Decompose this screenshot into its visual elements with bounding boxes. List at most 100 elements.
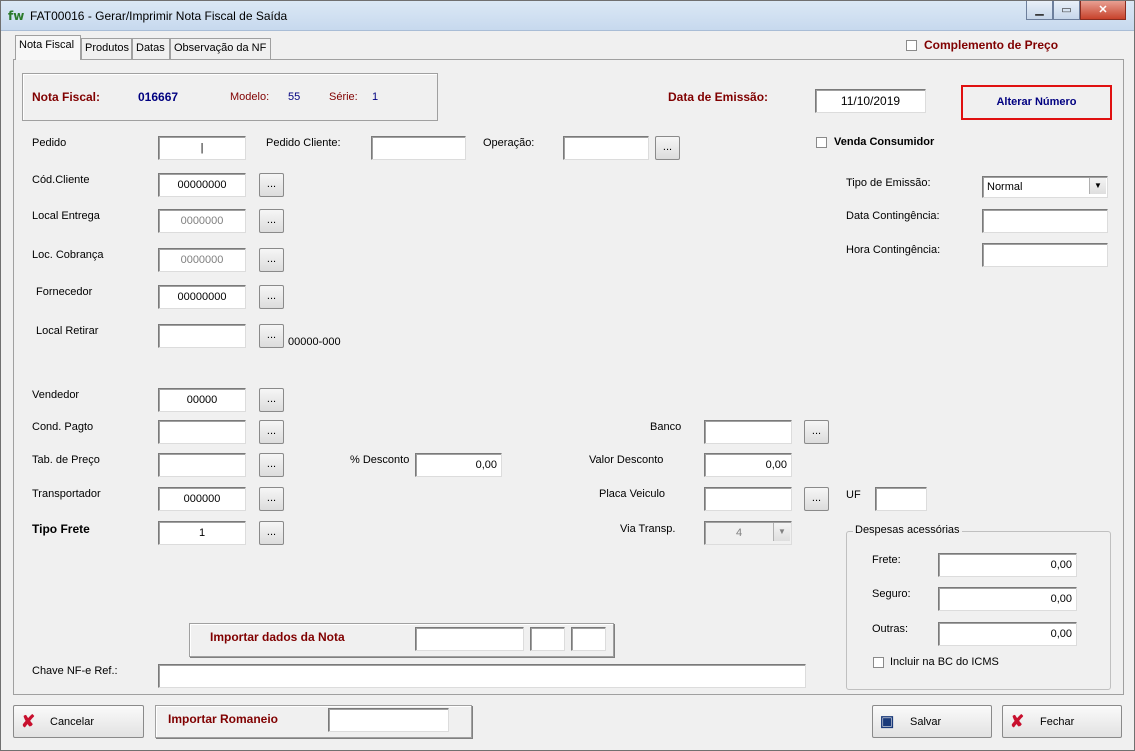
despesas-title: Despesas acessórias <box>853 524 962 536</box>
fechar-button[interactable]: ✘ Fechar <box>1002 705 1122 738</box>
fechar-label: Fechar <box>1040 716 1075 728</box>
pedido-cliente-label: Pedido Cliente: <box>266 137 341 149</box>
frete-label: Frete: <box>872 554 901 566</box>
minimize-button[interactable]: ▁ <box>1026 1 1053 20</box>
fornecedor-label: Fornecedor <box>36 286 93 298</box>
floppy-disk-icon: ▣ <box>880 713 895 730</box>
banco-label: Banco <box>650 421 682 433</box>
vendedor-lookup-button[interactable]: ... <box>259 388 284 412</box>
operacao-field[interactable] <box>563 136 649 160</box>
loc-cobranca-label: Loc. Cobrança <box>32 249 104 261</box>
outras-field[interactable]: 0,00 <box>938 622 1077 646</box>
loc-cobranca-field[interactable]: 0000000 <box>158 248 246 272</box>
alterar-numero-button[interactable]: Alterar Número <box>961 85 1112 120</box>
frete-field[interactable]: 0,00 <box>938 553 1077 577</box>
vendedor-field[interactable]: 00000 <box>158 388 246 412</box>
local-retirar-field[interactable] <box>158 324 246 348</box>
close-x-icon: ✘ <box>1010 712 1025 731</box>
tipo-emissao-select[interactable]: Normal ▼ <box>982 176 1108 198</box>
app-icon: fw <box>8 9 25 23</box>
uf-label: UF <box>846 489 861 501</box>
pedido-label: Pedido <box>32 137 67 149</box>
tab-observacao-nf[interactable]: Observação da NF <box>170 38 271 59</box>
chevron-down-icon[interactable]: ▼ <box>1089 178 1106 194</box>
cancelar-button[interactable]: ✘ Cancelar <box>13 705 144 738</box>
hora-contingencia-field[interactable] <box>982 243 1108 267</box>
chevron-down-icon[interactable]: ▼ <box>773 523 790 541</box>
maximize-icon: ▭ <box>1061 4 1072 16</box>
placa-veiculo-label: Placa Veiculo <box>599 488 666 500</box>
via-transp-value: 4 <box>735 527 743 539</box>
cond-pagto-field[interactable] <box>158 420 246 444</box>
cep-value: 00000-000 <box>288 336 341 348</box>
operacao-lookup-button[interactable]: ... <box>655 136 680 160</box>
cancelar-label: Cancelar <box>50 716 95 728</box>
tab-preco-label: Tab. de Preço <box>32 454 100 466</box>
pedido-cliente-field[interactable] <box>371 136 466 160</box>
data-emissao-label: Data de Emissão: <box>668 90 769 104</box>
banco-lookup-button[interactable]: ... <box>804 420 829 444</box>
close-button[interactable]: ✕ <box>1080 1 1126 20</box>
cod-cliente-label: Cód.Cliente <box>32 174 90 186</box>
close-icon: ✕ <box>1098 4 1108 16</box>
complemento-preco-checkbox[interactable] <box>906 40 917 51</box>
maximize-button[interactable]: ▭ <box>1053 1 1080 20</box>
transportador-field[interactable]: 000000 <box>158 487 246 511</box>
venda-consumidor-checkbox[interactable] <box>816 137 827 148</box>
tipo-emissao-value: Normal <box>987 181 1023 193</box>
minimize-icon: ▁ <box>1035 4 1044 16</box>
window-title: FAT00016 - Gerar/Imprimir Nota Fiscal de… <box>30 9 288 23</box>
loc-cobranca-lookup-button[interactable]: ... <box>259 248 284 272</box>
pedido-field[interactable]: | <box>158 136 246 160</box>
transportador-label: Transportador <box>32 488 101 500</box>
data-emissao-field[interactable]: 11/10/2019 <box>815 89 926 113</box>
tipo-frete-lookup-button[interactable]: ... <box>259 521 284 545</box>
cod-cliente-lookup-button[interactable]: ... <box>259 173 284 197</box>
importar-nota-field-3[interactable] <box>571 627 606 651</box>
cod-cliente-field[interactable]: 00000000 <box>158 173 246 197</box>
fornecedor-lookup-button[interactable]: ... <box>259 285 284 309</box>
tipo-emissao-label: Tipo de Emissão: <box>846 177 931 189</box>
tab-preco-lookup-button[interactable]: ... <box>259 453 284 477</box>
banco-field[interactable] <box>704 420 792 444</box>
tab-datas[interactable]: Datas <box>132 38 170 59</box>
cond-pagto-lookup-button[interactable]: ... <box>259 420 284 444</box>
importar-nota-field-1[interactable] <box>415 627 524 651</box>
seguro-field[interactable]: 0,00 <box>938 587 1077 611</box>
tab-nota-fiscal[interactable]: Nota Fiscal <box>15 35 81 60</box>
tipo-frete-field[interactable]: 1 <box>158 521 246 545</box>
transportador-lookup-button[interactable]: ... <box>259 487 284 511</box>
perc-desconto-field[interactable]: 0,00 <box>415 453 502 477</box>
fornecedor-field[interactable]: 00000000 <box>158 285 246 309</box>
local-entrega-label: Local Entrega <box>32 210 100 222</box>
placa-veiculo-field[interactable] <box>704 487 792 511</box>
serie-label: Série: <box>329 91 358 103</box>
tab-preco-field[interactable] <box>158 453 246 477</box>
incluir-bc-checkbox[interactable] <box>873 657 884 668</box>
uf-field[interactable] <box>875 487 927 511</box>
data-contingencia-field[interactable] <box>982 209 1108 233</box>
nota-fiscal-number: 016667 <box>138 90 179 104</box>
local-retirar-label: Local Retirar <box>36 325 99 337</box>
local-entrega-field[interactable]: 0000000 <box>158 209 246 233</box>
cancel-x-icon: ✘ <box>21 712 36 731</box>
serie-value: 1 <box>372 91 379 103</box>
salvar-label: Salvar <box>910 716 942 728</box>
tab-produtos[interactable]: Produtos <box>81 38 132 59</box>
tab-label: Datas <box>136 42 165 54</box>
placa-veiculo-lookup-button[interactable]: ... <box>804 487 829 511</box>
valor-desconto-field[interactable]: 0,00 <box>704 453 792 477</box>
incluir-bc-label: Incluir na BC do ICMS <box>890 656 999 668</box>
importar-nota-label: Importar dados da Nota <box>210 630 345 644</box>
tab-label: Nota Fiscal <box>19 39 75 51</box>
tab-label: Observação da NF <box>174 42 267 54</box>
alterar-numero-label: Alterar Número <box>996 96 1077 108</box>
salvar-button[interactable]: ▣ Salvar <box>872 705 992 738</box>
local-retirar-lookup-button[interactable]: ... <box>259 324 284 348</box>
romaneio-field[interactable] <box>328 708 449 732</box>
local-entrega-lookup-button[interactable]: ... <box>259 209 284 233</box>
importar-nota-field-2[interactable] <box>530 627 565 651</box>
modelo-value: 55 <box>288 91 301 103</box>
via-transp-select[interactable]: 4 ▼ <box>704 521 792 545</box>
chave-nfe-ref-field[interactable] <box>158 664 806 688</box>
